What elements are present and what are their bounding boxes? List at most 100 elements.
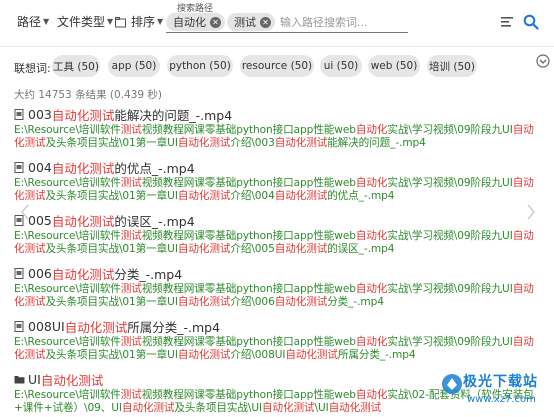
watermark-text: 极光下载站 xyxy=(463,374,538,390)
text-segment: 实战\学习视频\09阶段九UI xyxy=(387,230,513,242)
text-segment: E:\Resource\培训软件 xyxy=(14,336,121,348)
result-title[interactable]: 004 自动化测试 的优点_-.mp4 xyxy=(14,158,542,177)
highlight-text: 测试 xyxy=(120,336,142,348)
highlight-text: 自动化测试 xyxy=(177,190,231,202)
highlight-text: 自动化测试 xyxy=(274,296,328,308)
text-segment: 实战\学习视频\09阶段九UI xyxy=(387,124,513,136)
text-segment: 006 xyxy=(28,266,52,281)
related-words-label: 联想词: xyxy=(14,62,51,75)
highlight-text: 测试 xyxy=(120,230,142,242)
text-segment: 视频教程网课零基础python接口app性能web xyxy=(141,177,356,189)
sort-label: 排序 xyxy=(131,15,156,29)
search-icon[interactable] xyxy=(523,14,539,30)
close-icon[interactable]: ✕ xyxy=(260,16,271,28)
highlight-text: 自动化测试 xyxy=(51,161,115,176)
text-segment: 能解决的问题_-.mp4 xyxy=(327,137,426,149)
result-title[interactable]: 005 自动化测试 的误区_-.mp4 xyxy=(14,211,542,230)
result-title[interactable]: 006 自动化测试 分类_-.mp4 xyxy=(14,264,542,283)
chevron-right-icon[interactable] xyxy=(526,203,536,221)
text-segment: 008UI xyxy=(28,319,65,334)
highlight-text: 自动化 xyxy=(355,177,388,189)
related-chip-resource[interactable]: resource (50) xyxy=(240,55,314,77)
path-filter-label: 路径 xyxy=(17,15,42,29)
sort-dropdown[interactable]: 排序 ▼ xyxy=(115,13,163,30)
path-search-input[interactable] xyxy=(280,13,410,31)
text-segment: 分类_-.mp4 xyxy=(114,267,183,282)
related-chip-ui[interactable]: ui (50) xyxy=(320,55,362,77)
text-segment: 及头条项目实战\01第一章UI xyxy=(45,243,178,255)
text-segment: 及头条项目实战\01第一章UI xyxy=(45,190,178,202)
text-segment: 视频教程网课零基础python接口app性能web xyxy=(141,230,356,242)
search-chip-label: 自动化 xyxy=(173,16,206,29)
result-item[interactable]: 008UI 自动化测试 所属分类_-.mp4 E:\Resource\培训软件测试视… xyxy=(14,317,542,362)
highlight-text: 自动化 xyxy=(355,283,388,295)
chevron-left-icon[interactable] xyxy=(20,203,30,221)
text-segment: 视频教程网课零基础python接口app性能web xyxy=(141,124,356,136)
text-segment: E:\Resource\培训软件 xyxy=(14,177,121,189)
highlight-text: 自动化测试 xyxy=(51,214,115,229)
text-segment: E:\Resource\培训软件 xyxy=(14,124,121,136)
highlight-text: 自动化测试 xyxy=(285,349,338,361)
file-icon xyxy=(14,321,24,332)
watermark-subtext: www.xz7.com xyxy=(467,394,536,405)
result-item[interactable]: 006 自动化测试 分类_-.mp4 E:\Resource\培训软件测试视频教程网… xyxy=(14,264,542,309)
folder-icon xyxy=(14,376,25,384)
text-segment: 的误区_-.mp4 xyxy=(114,214,195,229)
text-segment: UI xyxy=(28,372,41,387)
result-path: E:\Resource\培训软件测试视频教程网课零基础python接口app性能… xyxy=(14,177,542,203)
text-segment: 分类_-.mp4 xyxy=(327,296,384,308)
text-segment: E:\Resource\培训软件 xyxy=(14,389,121,401)
related-chip-python[interactable]: python (50) xyxy=(167,55,233,77)
text-segment: 能解决的问题_-.mp4 xyxy=(114,108,233,123)
highlight-text: 自动化测试 xyxy=(40,373,104,388)
search-chip-automation[interactable]: 自动化 ✕ xyxy=(166,13,225,31)
highlight-text: 自动化测试 xyxy=(121,402,175,414)
highlight-text: 自动化测试 xyxy=(51,108,115,123)
watermark-logo-icon xyxy=(442,374,462,394)
text-segment: 实战\学习视频\09阶段九UI xyxy=(387,283,513,295)
result-path: E:\Resource\培训软件测试视频教程网课零基础python接口app性能… xyxy=(14,124,542,150)
result-path: E:\Resource\培训软件测试视频教程网课零基础python接口app性能… xyxy=(14,230,542,256)
result-path: E:\Resource\培训软件测试视频教程网课零基础python接口app性能… xyxy=(14,283,542,309)
text-segment: E:\Resource\培训软件 xyxy=(14,283,121,295)
text-segment: 所属分类_-.mp4 xyxy=(337,349,416,361)
search-chip-test[interactable]: 测试 ✕ xyxy=(227,13,275,31)
related-chip-web[interactable]: web (50) xyxy=(368,55,420,77)
result-title[interactable]: 003 自动化测试 能解决的问题_-.mp4 xyxy=(14,105,542,124)
search-input-underline xyxy=(166,32,408,33)
result-item[interactable]: 004 自动化测试 的优点_-.mp4 E:\Resource\培训软件测试视频教程… xyxy=(14,158,542,203)
highlight-text: 自动化 xyxy=(355,336,388,348)
result-count: 大约 14753 条结果 (0.439 秒) xyxy=(14,89,163,101)
result-item[interactable]: 003 自动化测试 能解决的问题_-.mp4 E:\Resource\培训软件测试视… xyxy=(14,105,542,150)
highlight-text: 自动化测试 xyxy=(177,137,231,149)
text-segment: 的优点_-.mp4 xyxy=(114,161,195,176)
text-segment: 介绍\005 xyxy=(230,243,275,255)
chevron-down-icon: ▼ xyxy=(157,17,164,26)
chevron-down-icon: ▼ xyxy=(107,17,114,26)
text-segment: 介绍\004 xyxy=(230,190,275,202)
related-chip-app[interactable]: app (50) xyxy=(108,55,160,77)
highlight-text: 自动化测试 xyxy=(51,267,115,282)
highlight-text: 自动化 xyxy=(355,124,388,136)
highlight-text: 自动化测试 xyxy=(274,243,328,255)
list-view-icon[interactable] xyxy=(501,17,513,27)
path-filter-dropdown[interactable]: 路径 ▼ xyxy=(17,13,49,30)
related-chip-tools[interactable]: 工具 (50) xyxy=(52,55,100,77)
expand-chevron-icon[interactable] xyxy=(536,54,550,68)
result-item[interactable]: 005 自动化测试 的误区_-.mp4 E:\Resource\培训软件测试视频教程… xyxy=(14,211,542,256)
highlight-text: 自动化测试 xyxy=(177,349,231,361)
text-segment: 005 xyxy=(28,213,52,228)
highlight-text: 自动化测试 xyxy=(328,402,382,414)
highlight-text: 自动化测试 xyxy=(177,243,231,255)
highlight-text: 自动化测试 xyxy=(274,137,328,149)
text-segment: 介绍\003 xyxy=(230,137,275,149)
text-segment: 实战\学习视频\09阶段九UI xyxy=(387,177,513,189)
related-chip-training[interactable]: 培训 (50) xyxy=(427,55,477,77)
result-title[interactable]: 008UI 自动化测试 所属分类_-.mp4 xyxy=(14,317,542,336)
close-icon[interactable]: ✕ xyxy=(210,16,221,28)
text-segment: 的优点_-.mp4 xyxy=(327,190,395,202)
watermark: 极光下载站 www.xz7.com xyxy=(437,369,554,417)
highlight-text: 自动化 xyxy=(355,389,388,401)
text-segment: 003 xyxy=(28,107,52,122)
file-type-filter-dropdown[interactable]: 文件类型 ▼ xyxy=(57,13,113,30)
